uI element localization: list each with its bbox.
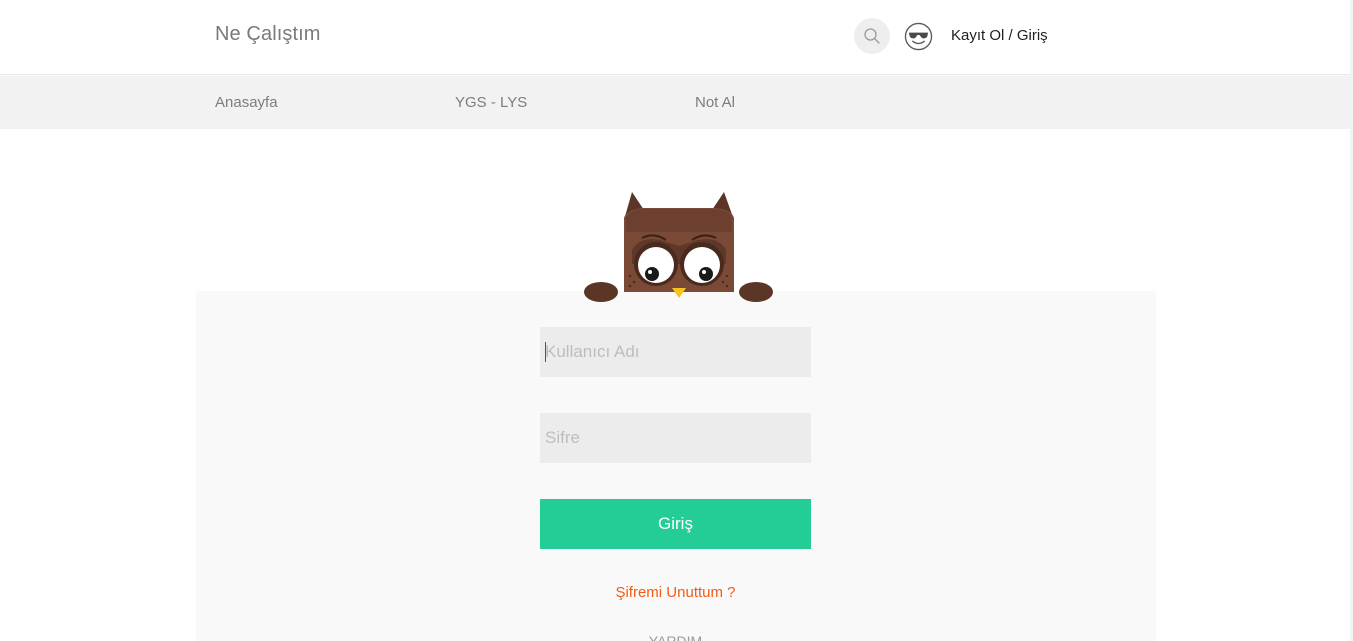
sunglasses-smiley-icon[interactable] (904, 22, 933, 51)
main-nav: Anasayfa YGS - LYS Not Al (0, 76, 1353, 129)
search-icon (864, 28, 880, 44)
login-submit-button[interactable]: Giriş (540, 499, 811, 549)
username-input[interactable] (540, 327, 811, 377)
register-login-link[interactable]: Kayıt Ol / Giriş (951, 27, 1048, 44)
site-logo-text[interactable]: Ne Çalıştım (215, 23, 321, 46)
forgot-password-link[interactable]: Şifremi Unuttum ? (540, 584, 811, 601)
nav-item-take-note[interactable]: Not Al (695, 94, 735, 111)
top-header: Ne Çalıştım Kayıt Ol / Giriş (0, 0, 1353, 75)
help-link-partial[interactable]: YARDIM (540, 633, 811, 641)
nav-item-ygs-lys[interactable]: YGS - LYS (455, 94, 527, 111)
nav-item-home[interactable]: Anasayfa (215, 94, 278, 111)
page: Ne Çalıştım Kayıt Ol / Giriş Anasayfa YG… (0, 0, 1353, 641)
owl-mascot-icon (584, 192, 773, 302)
text-caret (545, 342, 546, 362)
search-button[interactable] (854, 18, 890, 54)
password-input[interactable] (540, 413, 811, 463)
